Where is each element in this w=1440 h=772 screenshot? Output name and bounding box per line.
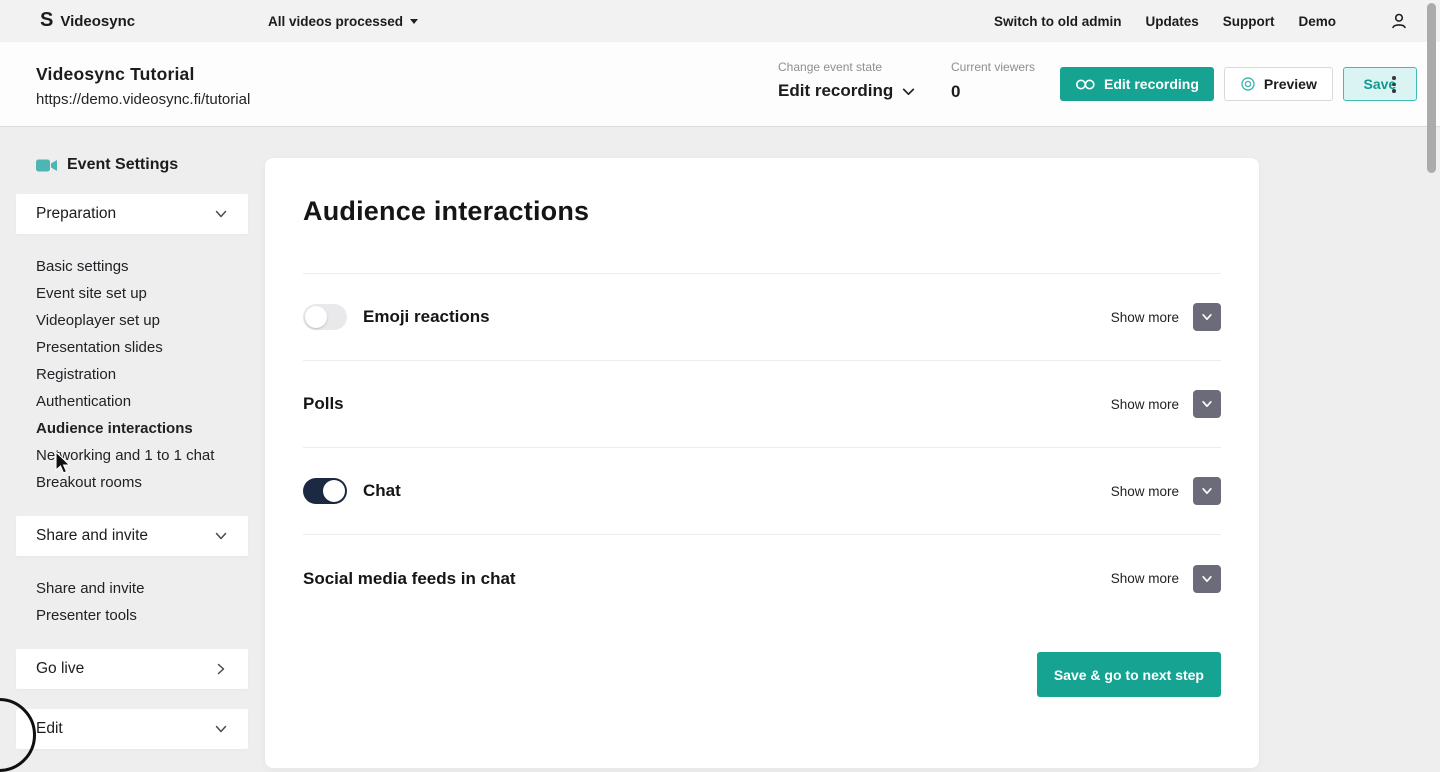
event-header: Videosync Tutorial https://demo.videosyn… bbox=[0, 42, 1440, 126]
save-button[interactable]: Save bbox=[1343, 67, 1417, 101]
videosync-logo[interactable]: S Videosync bbox=[40, 11, 135, 31]
topbar-link-updates[interactable]: Updates bbox=[1145, 14, 1198, 29]
toggle-knob bbox=[305, 306, 327, 328]
topbar-link-switch-to-old-admin[interactable]: Switch to old admin bbox=[994, 14, 1122, 29]
sidebar-item-basic-settings[interactable]: Basic settings bbox=[36, 253, 248, 280]
edit-recording-button[interactable]: Edit recording bbox=[1060, 67, 1214, 101]
sidebar-item-list: Basic settingsEvent site set upVideoplay… bbox=[16, 234, 248, 496]
viewers-label: Current viewers bbox=[951, 60, 1035, 74]
feature-label: Chat bbox=[363, 481, 401, 501]
sidebar: Event Settings Preparation Basic settings… bbox=[16, 156, 248, 749]
topbar-links: Switch to old admin Updates Support Demo bbox=[994, 14, 1368, 29]
card-footer: Save & go to next step bbox=[303, 652, 1221, 697]
chevron-down-icon bbox=[214, 722, 228, 736]
preview-eye-icon bbox=[1240, 76, 1256, 92]
sidebar-item-list: Share and invitePresenter tools bbox=[16, 556, 248, 629]
sidebar-group-share-and-invite[interactable]: Share and invite bbox=[16, 516, 248, 556]
toggle-knob bbox=[323, 480, 345, 502]
sidebar-item-share-and-invite[interactable]: Share and invite bbox=[36, 575, 248, 602]
preview-label: Preview bbox=[1264, 76, 1317, 92]
show-more-link[interactable]: Show more bbox=[1111, 484, 1179, 499]
sidebar-group-label: Edit bbox=[36, 720, 63, 738]
sidebar-item-event-site-set-up[interactable]: Event site set up bbox=[36, 280, 248, 307]
feature-row-chat: Chat Show more bbox=[303, 448, 1221, 535]
sidebar-item-presentation-slides[interactable]: Presentation slides bbox=[36, 334, 248, 361]
sidebar-group-preparation[interactable]: Preparation bbox=[16, 194, 248, 234]
audience-interactions-panel: Audience interactions Emoji reactions Sho… bbox=[265, 158, 1259, 768]
toggle-emoji-reactions[interactable] bbox=[303, 304, 347, 330]
chevron-right-icon bbox=[214, 662, 228, 676]
save-and-next-step-button[interactable]: Save & go to next step bbox=[1037, 652, 1221, 697]
sidebar-item-registration[interactable]: Registration bbox=[36, 361, 248, 388]
processing-status-label: All videos processed bbox=[268, 14, 403, 29]
feature-row-social-media-feeds-in-chat: Social media feeds in chat Show more bbox=[303, 535, 1221, 622]
viewers-count: 0 bbox=[951, 82, 1035, 102]
sidebar-group-label: Preparation bbox=[36, 205, 116, 223]
sidebar-group-edit[interactable]: Edit bbox=[16, 709, 248, 749]
videosync-s-icon: S bbox=[40, 10, 53, 30]
topbar-link-support[interactable]: Support bbox=[1223, 14, 1275, 29]
topbar: S Videosync All videos processed Switch … bbox=[0, 0, 1440, 42]
caret-down-icon bbox=[410, 19, 418, 24]
chevron-down-icon bbox=[214, 207, 228, 221]
show-more-link[interactable]: Show more bbox=[1111, 571, 1179, 586]
current-viewers: Current viewers 0 bbox=[951, 60, 1035, 102]
feature-label: Polls bbox=[303, 394, 344, 414]
expand-section-button[interactable] bbox=[1193, 303, 1221, 331]
sidebar-item-authentication[interactable]: Authentication bbox=[36, 388, 248, 415]
event-title-block: Videosync Tutorial https://demo.videosyn… bbox=[36, 64, 250, 108]
header-buttons: Edit recording Preview Save bbox=[1060, 67, 1417, 101]
sidebar-item-presenter-tools[interactable]: Presenter tools bbox=[36, 602, 248, 629]
expand-section-button[interactable] bbox=[1193, 565, 1221, 593]
sidebar-item-networking-and-1-to-1-chat[interactable]: Networking and 1 to 1 chat bbox=[36, 442, 248, 469]
event-state-value: Edit recording bbox=[778, 81, 893, 101]
topbar-link-demo[interactable]: Demo bbox=[1298, 14, 1336, 29]
event-state-label: Change event state bbox=[778, 60, 916, 74]
more-options-kebab-icon[interactable] bbox=[1390, 74, 1398, 95]
video-camera-icon bbox=[36, 158, 58, 173]
event-settings-heading: Event Settings bbox=[16, 156, 248, 174]
user-account-icon[interactable] bbox=[1388, 10, 1410, 32]
sidebar-item-videoplayer-set-up[interactable]: Videoplayer set up bbox=[36, 307, 248, 334]
sidebar-item-audience-interactions[interactable]: Audience interactions bbox=[36, 415, 248, 442]
feature-row-polls: Polls Show more bbox=[303, 361, 1221, 448]
chevron-down-icon bbox=[901, 84, 916, 99]
expand-section-button[interactable] bbox=[1193, 390, 1221, 418]
feature-label: Emoji reactions bbox=[363, 307, 490, 327]
brand-name: Videosync bbox=[60, 13, 135, 30]
scrollbar-thumb[interactable] bbox=[1427, 3, 1436, 173]
sidebar-item-breakout-rooms[interactable]: Breakout rooms bbox=[36, 469, 248, 496]
video-processing-status-dropdown[interactable]: All videos processed bbox=[268, 14, 418, 29]
feature-label: Social media feeds in chat bbox=[303, 569, 516, 589]
page-title: Audience interactions bbox=[303, 196, 1221, 227]
sidebar-group-label: Share and invite bbox=[36, 527, 148, 545]
event-title: Videosync Tutorial bbox=[36, 64, 250, 85]
edit-recording-label: Edit recording bbox=[1104, 76, 1199, 92]
expand-section-button[interactable] bbox=[1193, 477, 1221, 505]
event-settings-label: Event Settings bbox=[67, 156, 178, 174]
event-state-dropdown[interactable]: Change event state Edit recording bbox=[778, 60, 916, 101]
show-more-link[interactable]: Show more bbox=[1111, 310, 1179, 325]
sidebar-group-label: Go live bbox=[36, 660, 84, 678]
preview-button[interactable]: Preview bbox=[1224, 67, 1333, 101]
chevron-down-icon bbox=[214, 529, 228, 543]
show-more-link[interactable]: Show more bbox=[1111, 397, 1179, 412]
toggle-chat[interactable] bbox=[303, 478, 347, 504]
sidebar-group-go-live[interactable]: Go live bbox=[16, 649, 248, 689]
feature-row-emoji-reactions: Emoji reactions Show more bbox=[303, 274, 1221, 361]
recording-icon bbox=[1075, 78, 1096, 91]
event-url[interactable]: https://demo.videosync.fi/tutorial bbox=[36, 91, 250, 108]
